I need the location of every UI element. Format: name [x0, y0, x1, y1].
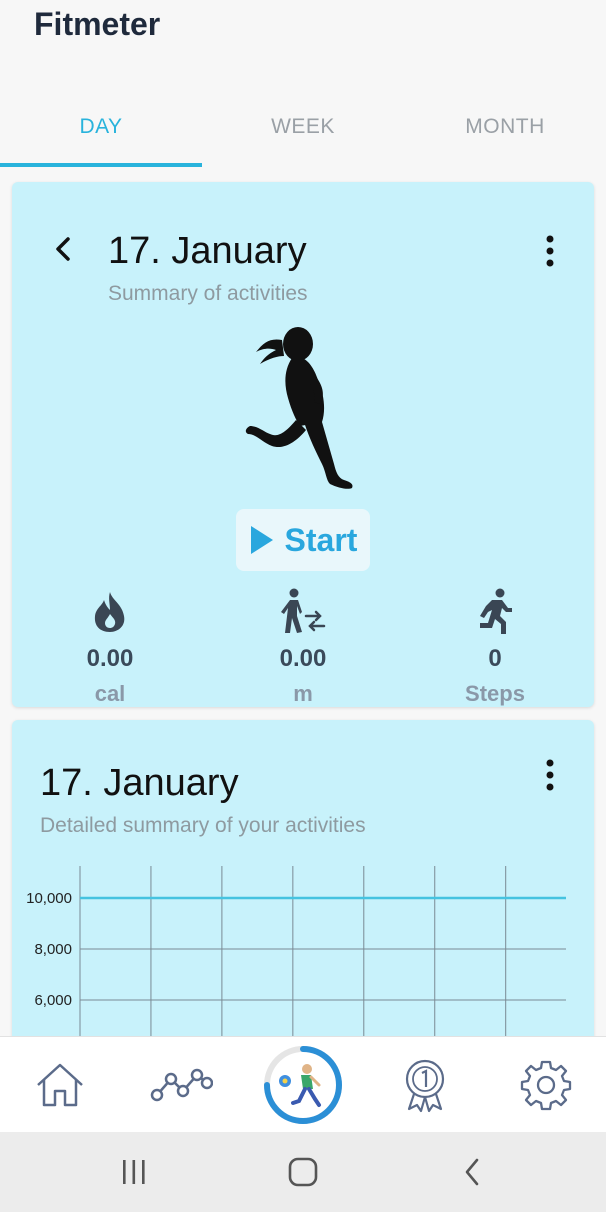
- back-button[interactable]: [442, 1150, 502, 1194]
- chart-y-tick-label: 8,000: [34, 941, 72, 958]
- play-icon: [250, 526, 273, 554]
- running-steps-icon: [480, 588, 512, 634]
- detail-card: 17. January Detailed summary of your act…: [12, 720, 594, 1050]
- distance-unit: m: [293, 681, 313, 706]
- detail-subtitle: Detailed summary of your activities: [40, 814, 366, 837]
- app-bar: Fitmeter DAY WEEK MONTH: [0, 0, 606, 170]
- back-chevron-icon: [465, 1158, 479, 1186]
- steps-unit: Steps: [465, 681, 525, 706]
- award-medal-icon: [405, 1059, 445, 1113]
- summary-date: 17. January: [108, 230, 307, 272]
- more-vert-icon: [546, 235, 554, 267]
- summary-more-button[interactable]: [540, 234, 560, 268]
- chart-y-tick-label: 6,000: [34, 992, 72, 1009]
- walk-distance-icon: [281, 588, 326, 633]
- activity-runner-icon: [264, 1046, 342, 1124]
- recent-apps-button[interactable]: [104, 1150, 164, 1194]
- start-label: Start: [284, 521, 358, 558]
- tab-indicator: [0, 163, 202, 167]
- runner-silhouette-icon: [245, 327, 353, 489]
- activity-chart: 10,000 8,000 6,000: [26, 866, 566, 1050]
- summary-card: 17. January Summary of activities Start: [12, 182, 594, 707]
- app-title: Fitmeter: [34, 6, 161, 42]
- chevron-left-icon: [56, 237, 70, 261]
- calories-value: 0.00: [86, 645, 134, 672]
- tab-bar: DAY WEEK MONTH: [0, 105, 606, 168]
- summary-subtitle: Summary of activities: [108, 282, 308, 305]
- tab-day[interactable]: DAY: [0, 105, 202, 168]
- more-vert-icon: [546, 759, 554, 791]
- nav-activity[interactable]: [263, 1046, 343, 1124]
- nav-home[interactable]: [20, 1049, 100, 1121]
- home-square-icon: [288, 1157, 318, 1187]
- detail-date: 17. January: [40, 762, 239, 804]
- system-nav-bar: [0, 1132, 606, 1212]
- recent-apps-icon: [123, 1160, 145, 1184]
- settings-gear-icon: [520, 1060, 572, 1111]
- nav-settings[interactable]: [506, 1049, 586, 1121]
- stats-row: 0.00 cal 0.00 m 0 Steps: [12, 587, 594, 707]
- chart-y-tick-label: 10,000: [26, 890, 72, 907]
- previous-day-button[interactable]: [48, 232, 78, 266]
- detail-more-button[interactable]: [540, 758, 560, 792]
- steps-value: 0: [488, 645, 502, 672]
- nav-achievements[interactable]: [385, 1049, 465, 1121]
- start-button[interactable]: Start: [236, 509, 370, 571]
- stats-graph-icon: [150, 1068, 213, 1102]
- nav-stats[interactable]: [141, 1049, 221, 1121]
- distance-value: 0.00: [279, 645, 327, 672]
- home-button[interactable]: [273, 1150, 333, 1194]
- fire-icon: [94, 592, 125, 632]
- stat-steps: 0 Steps: [415, 587, 575, 707]
- tab-month[interactable]: MONTH: [404, 105, 606, 168]
- stat-distance: 0.00 m: [223, 587, 383, 707]
- home-icon: [37, 1063, 83, 1107]
- bottom-nav: [0, 1036, 606, 1133]
- calories-unit: cal: [94, 681, 126, 706]
- stat-calories: 0.00 cal: [30, 587, 190, 707]
- tab-week[interactable]: WEEK: [202, 105, 404, 168]
